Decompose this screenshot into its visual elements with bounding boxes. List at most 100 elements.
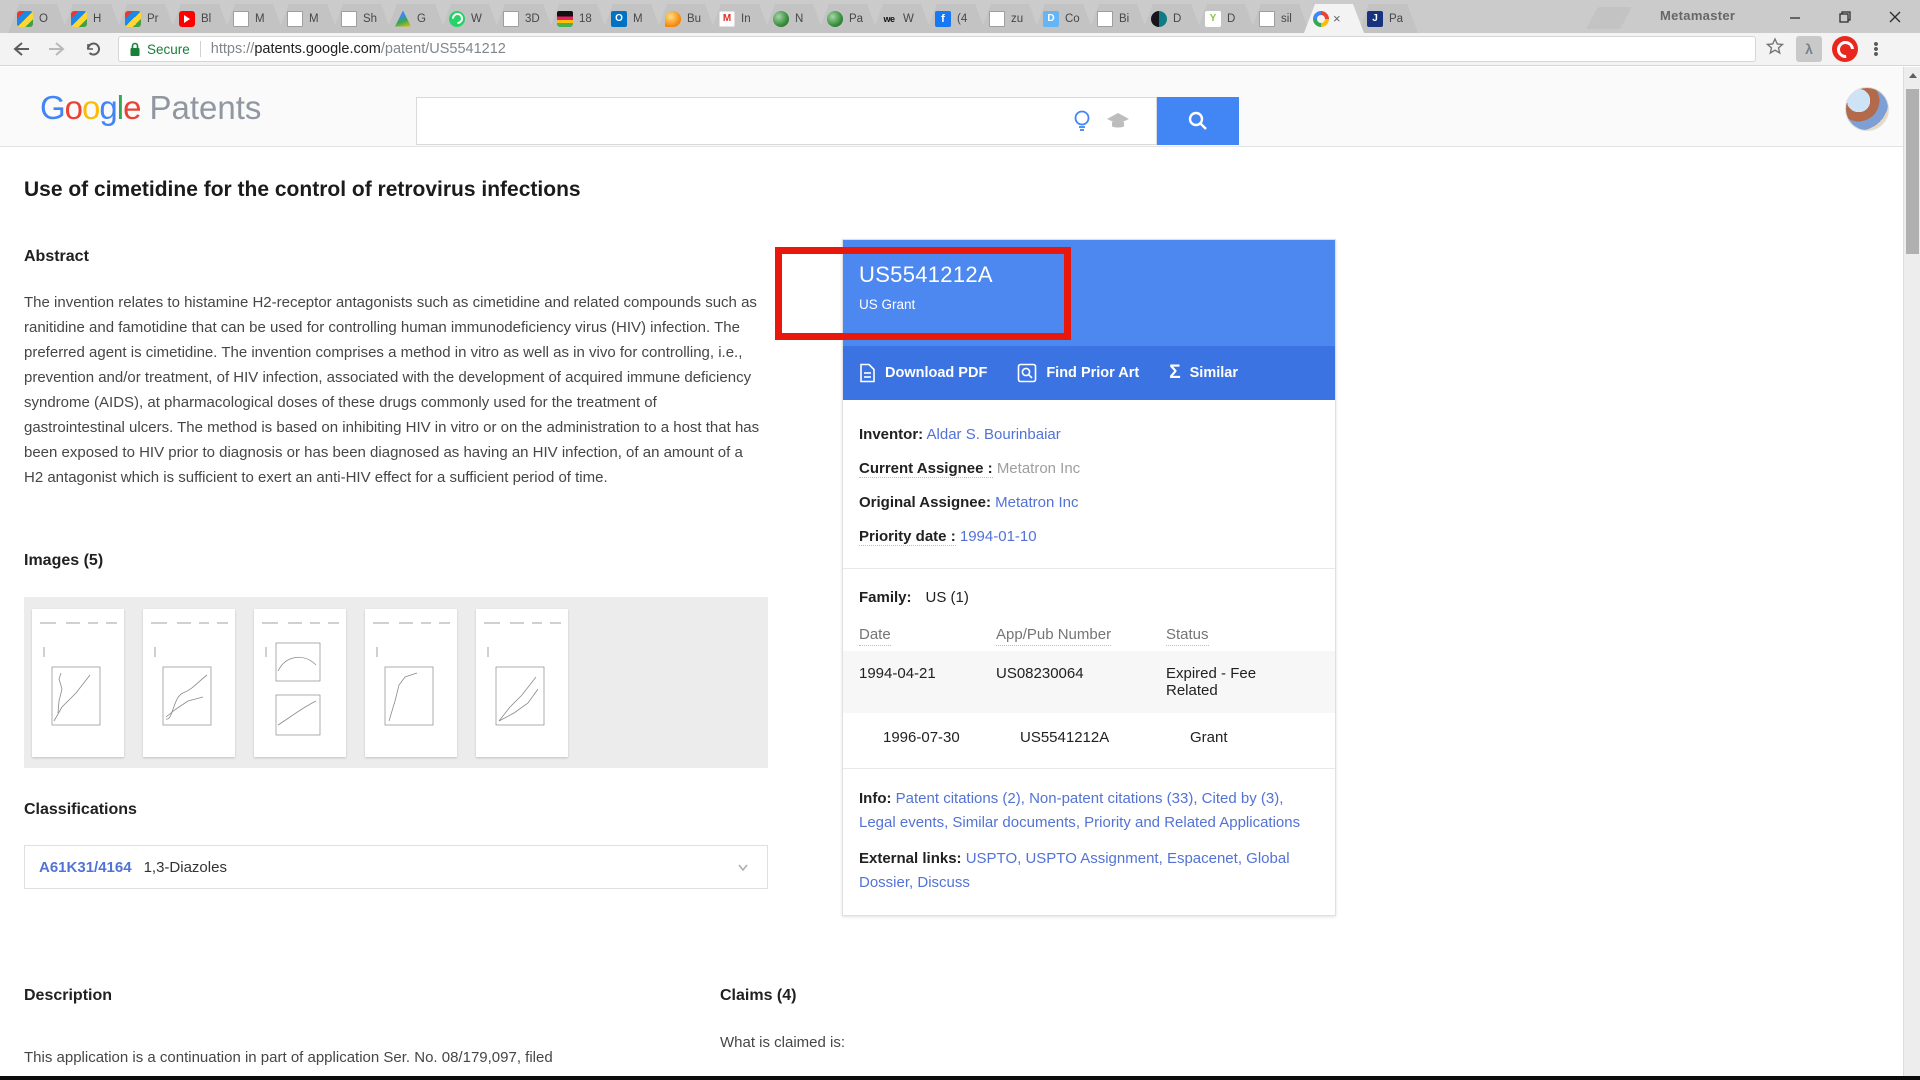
minimize-button[interactable] <box>1770 0 1820 33</box>
patent-figure-sketch <box>32 609 124 757</box>
search-button[interactable] <box>1157 97 1239 145</box>
inventor-link[interactable]: Aldar S. Bourinbaiar <box>927 426 1061 443</box>
external-link[interactable]: USPTO <box>966 850 1017 867</box>
info-link[interactable]: Priority and Related Applications <box>1084 814 1300 831</box>
user-avatar[interactable] <box>1845 87 1889 131</box>
patent-image-thumbnail-3[interactable] <box>254 609 346 757</box>
family-table-cell: 1994-04-21 <box>859 665 996 699</box>
browser-tab-21[interactable]: Bi <box>1088 4 1148 33</box>
browser-tab-2[interactable]: H <box>62 4 122 33</box>
external-link[interactable]: Discuss <box>917 874 970 891</box>
browser-tab-18[interactable]: f(4 <box>926 4 986 33</box>
reload-button[interactable] <box>78 36 108 62</box>
family-column-header: Status <box>1166 626 1209 646</box>
original-assignee-label: Original Assignee: <box>859 494 991 511</box>
browser-tab-26[interactable]: JPa <box>1358 4 1418 33</box>
restore-button[interactable] <box>1820 0 1870 33</box>
restore-icon <box>1838 10 1852 24</box>
patent-image-thumbnail-5[interactable] <box>476 609 568 757</box>
priority-date-link[interactable]: 1994-01-10 <box>960 528 1037 545</box>
omnibox-separator <box>200 41 201 57</box>
tab-label: M <box>309 13 331 25</box>
browser-tab-10[interactable]: 3D <box>494 4 554 33</box>
info-link[interactable]: Cited by (3) <box>1202 790 1280 807</box>
doc-favicon <box>287 11 303 27</box>
browser-tab-8[interactable]: G <box>386 4 446 33</box>
info-link[interactable]: Legal events <box>859 814 944 831</box>
patent-figure-sketch <box>365 609 457 757</box>
current-assignee-label: Current Assignee : <box>859 460 993 478</box>
forward-button[interactable] <box>42 36 72 62</box>
tab-label: N <box>795 13 817 25</box>
family-table-header: DateApp/Pub NumberStatus <box>859 626 1319 643</box>
browser-tab-24[interactable]: sil <box>1250 4 1310 33</box>
red-extension-icon[interactable] <box>1832 36 1858 62</box>
doc-favicon <box>1097 11 1113 27</box>
external-link[interactable]: USPTO Assignment <box>1025 850 1158 867</box>
browser-tab-22[interactable]: D <box>1142 4 1202 33</box>
quote-favicon <box>1151 11 1167 27</box>
tab-strip: OHPrBlMMShGW3D18OMBuMInNPaweWf(4zuDCoBiD… <box>8 4 1418 33</box>
browser-tab-9[interactable]: W <box>440 4 500 33</box>
patent-image-thumbnail-1[interactable] <box>32 609 124 757</box>
scrollbar-thumb[interactable] <box>1906 89 1919 254</box>
info-label: Info: <box>859 790 891 807</box>
browser-tab-20[interactable]: DCo <box>1034 4 1094 33</box>
browser-tab-1[interactable]: O <box>8 4 68 33</box>
find-prior-art-button[interactable]: Find Prior Art <box>1017 363 1139 383</box>
external-link[interactable]: Espacenet <box>1167 850 1238 867</box>
browser-tab-23[interactable]: YD <box>1196 4 1256 33</box>
close-icon <box>1888 10 1902 24</box>
browser-tab-7[interactable]: Sh <box>332 4 392 33</box>
browser-tab-11[interactable]: 18 <box>548 4 608 33</box>
browser-tab-13[interactable]: Bu <box>656 4 716 33</box>
google-patents-logo[interactable]: GooglePatents <box>40 89 261 127</box>
scroll-up-arrow[interactable] <box>1904 67 1920 84</box>
browser-tab-19[interactable]: zu <box>980 4 1040 33</box>
bookmark-star-button[interactable] <box>1764 36 1786 63</box>
vertical-scrollbar[interactable] <box>1903 67 1920 1080</box>
browser-menu-button[interactable]: ••• <box>1866 42 1886 57</box>
patent-image-thumbnail-4[interactable] <box>365 609 457 757</box>
classification-label: 1,3-Diazoles <box>144 859 227 876</box>
back-button[interactable] <box>6 36 36 62</box>
family-table-cell: US5541212A <box>1020 729 1190 746</box>
scholar-cap-icon[interactable] <box>1105 111 1131 131</box>
new-tab-button[interactable] <box>1586 7 1632 29</box>
bibliographic-fields: Inventor: Aldar S. Bourinbaiar Current A… <box>843 400 1335 568</box>
classification-row[interactable]: A61K31/4164 1,3-Diazoles <box>24 845 768 889</box>
browser-tab-25[interactable]: × <box>1304 4 1364 33</box>
lightbulb-icon[interactable] <box>1071 108 1093 134</box>
address-bar[interactable]: Secure https://patents.google.com/patent… <box>118 36 1756 62</box>
patent-image-thumbnail-2[interactable] <box>143 609 235 757</box>
tab-close-icon[interactable]: × <box>1333 12 1341 25</box>
search-input[interactable] <box>416 97 1157 145</box>
find-prior-art-label: Find Prior Art <box>1046 365 1139 381</box>
browser-tab-12[interactable]: OM <box>602 4 662 33</box>
j-navy-favicon: J <box>1367 11 1383 27</box>
collage-favicon <box>17 11 33 27</box>
browser-tab-14[interactable]: MIn <box>710 4 770 33</box>
similar-button[interactable]: Σ Similar <box>1169 362 1238 384</box>
info-link[interactable]: Non-patent citations (33) <box>1029 790 1193 807</box>
browser-tab-4[interactable]: Bl <box>170 4 230 33</box>
original-assignee-link[interactable]: Metatron Inc <box>995 494 1078 511</box>
info-link[interactable]: Patent citations (2) <box>896 790 1021 807</box>
browser-tab-17[interactable]: weW <box>872 4 932 33</box>
url-path: /patent/US5541212 <box>381 41 506 57</box>
browser-tab-3[interactable]: Pr <box>116 4 176 33</box>
browser-tab-15[interactable]: N <box>764 4 824 33</box>
current-assignee-row: Current Assignee : Metatron Inc <box>859 452 1319 486</box>
browser-tab-6[interactable]: M <box>278 4 338 33</box>
chevron-down-icon[interactable] <box>733 857 753 877</box>
url-text: https://patents.google.com/patent/US5541… <box>211 41 506 57</box>
pdf-extension-icon[interactable]: λ <box>1796 36 1822 62</box>
close-button[interactable] <box>1870 0 1920 33</box>
browser-tab-16[interactable]: Pa <box>818 4 878 33</box>
patent-title: Use of cimetidine for the control of ret… <box>24 178 581 202</box>
info-link[interactable]: Similar documents <box>952 814 1075 831</box>
browser-tab-5[interactable]: M <box>224 4 284 33</box>
priority-date-row: Priority date : 1994-01-10 <box>859 520 1319 554</box>
download-pdf-button[interactable]: Download PDF <box>859 363 987 383</box>
classification-code-link[interactable]: A61K31/4164 <box>39 859 132 876</box>
